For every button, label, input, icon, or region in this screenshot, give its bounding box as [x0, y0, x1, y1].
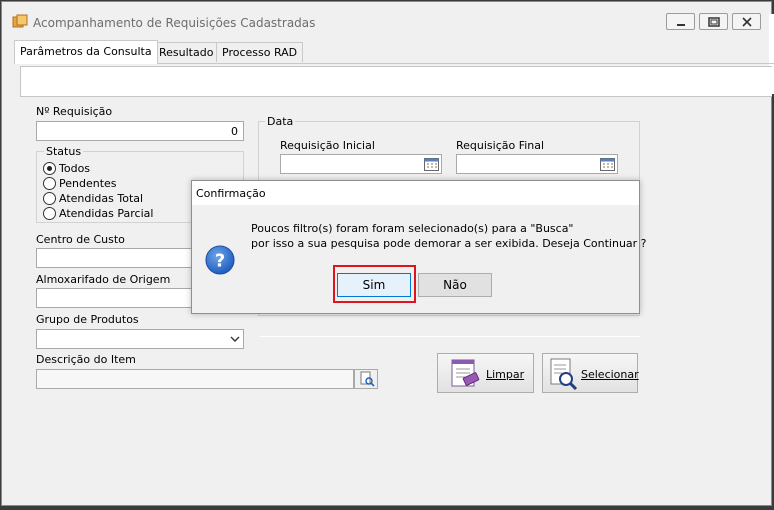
- restore-button[interactable]: [699, 13, 728, 30]
- close-button[interactable]: [732, 13, 761, 30]
- tab-header-panel: [20, 66, 772, 97]
- centro-custo-label: Centro de Custo: [36, 233, 125, 246]
- radio-todos[interactable]: Todos: [43, 161, 90, 175]
- calendar-icon[interactable]: [600, 157, 615, 171]
- radio-label: Pendentes: [59, 176, 117, 190]
- radio-atendidas-parcial[interactable]: Atendidas Parcial: [43, 206, 153, 220]
- grupo-produtos-label: Grupo de Produtos: [36, 313, 139, 326]
- descricao-item-input[interactable]: [36, 369, 354, 389]
- search-item-button[interactable]: [354, 369, 378, 389]
- grupo-produtos-select[interactable]: [36, 329, 244, 349]
- tab-processo-rad[interactable]: Processo RAD: [216, 42, 304, 62]
- calendar-icon[interactable]: [424, 157, 439, 171]
- dialog-title: Confirmação: [196, 187, 266, 200]
- question-icon: ?: [205, 245, 235, 275]
- restore-icon: [708, 17, 720, 27]
- app-icon: [12, 14, 28, 28]
- radio-atendidas-total[interactable]: Atendidas Total: [43, 191, 143, 205]
- radio-circle: [43, 206, 56, 220]
- radio-label: Atendidas Total: [59, 191, 144, 205]
- status-legend: Status: [44, 145, 84, 158]
- requisicao-inicial-input[interactable]: [280, 154, 442, 174]
- chevron-down-icon: [230, 336, 240, 342]
- radio-circle: [43, 176, 56, 190]
- tab-resultado[interactable]: Resultado: [153, 42, 220, 62]
- separator: [260, 336, 640, 337]
- tab-parametros[interactable]: Parâmetros da Consulta: [14, 40, 158, 64]
- close-icon: [742, 17, 752, 27]
- requisicao-label: Nº Requisição: [36, 105, 113, 118]
- svg-text:?: ?: [215, 251, 225, 272]
- radio-circle: [43, 161, 56, 175]
- descricao-item-label: Descrição do Item: [36, 353, 136, 366]
- nao-button[interactable]: Não: [418, 273, 492, 297]
- highlight-box: [333, 265, 416, 303]
- search-document-icon: [360, 371, 375, 387]
- data-legend: Data: [265, 115, 296, 128]
- radio-label: Todos: [59, 161, 91, 175]
- requisicao-final-input[interactable]: [456, 154, 618, 174]
- radio-circle: [43, 191, 56, 205]
- limpar-label: Limpar: [486, 368, 525, 381]
- requisicao-inicial-label: Requisição Inicial: [280, 139, 375, 152]
- minimize-icon: [677, 24, 685, 26]
- limpar-button[interactable]: Limpar: [437, 353, 534, 393]
- dialog-message-line1: Poucos filtro(s) foram foram selecionado…: [251, 222, 574, 235]
- title-bar[interactable]: Acompanhamento de Requisições Cadastrada…: [2, 2, 771, 38]
- dialog-message-line2: por isso a sua pesquisa pode demorar a s…: [251, 237, 647, 250]
- minimize-button[interactable]: [666, 13, 695, 30]
- selecionar-label: Selecionar: [581, 368, 639, 381]
- almoxarifado-label: Almoxarifado de Origem: [36, 273, 171, 286]
- radio-pendentes[interactable]: Pendentes: [43, 176, 117, 190]
- selecionar-button[interactable]: Selecionar: [542, 353, 639, 393]
- requisicao-final-label: Requisição Final: [456, 139, 545, 152]
- requisicao-input[interactable]: 0: [36, 121, 244, 141]
- window-title: Acompanhamento de Requisições Cadastrada…: [33, 16, 316, 30]
- radio-label: Atendidas Parcial: [59, 206, 154, 220]
- eraser-form-icon: [451, 359, 480, 387]
- search-document-icon: [550, 358, 578, 390]
